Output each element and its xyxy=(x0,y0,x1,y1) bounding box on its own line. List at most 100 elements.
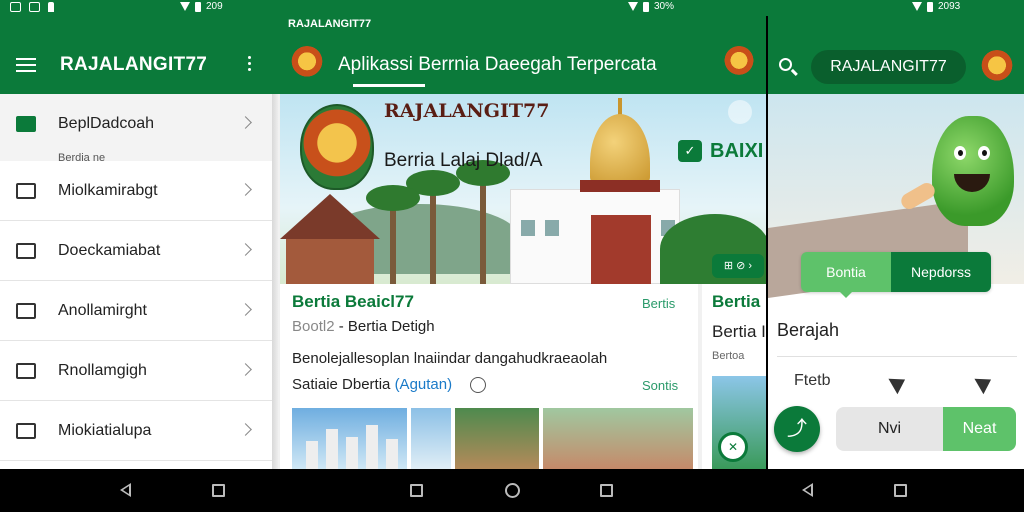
share-icon[interactable] xyxy=(470,377,486,393)
status-time-1: 209 xyxy=(206,1,223,12)
next-button[interactable]: Neat xyxy=(943,407,1016,451)
recents-icon[interactable] xyxy=(600,484,613,497)
drawer-item-4[interactable]: Rnollamgigh xyxy=(0,341,272,401)
hero-title: RAJALANGIT77 xyxy=(384,100,550,122)
drawer-item-label: Doeckamiabat xyxy=(58,242,161,259)
mascot-illustration xyxy=(932,116,1014,226)
drawer-item-0[interactable]: BeplDadcoah Berdia ne xyxy=(0,94,272,164)
segmented-control: Bontia Nepdorss xyxy=(801,252,991,292)
hero-banner[interactable]: RAJALANGIT77 Berria Lalaj Dlad/A ✓ BAIXI… xyxy=(280,94,766,284)
news-card-title: Bertia Beaicl77 xyxy=(292,292,414,311)
drawer-item-5[interactable]: Miokiatialupa xyxy=(0,401,272,461)
segment-caret xyxy=(840,292,852,298)
palm-tree xyxy=(406,170,460,284)
drawer-item-label: Rnollamgigh xyxy=(58,362,147,379)
more-options-icon[interactable] xyxy=(248,56,252,72)
drawer-item-3[interactable]: Anollamirght xyxy=(0,281,272,341)
main-screen: RAJALANGIT77 Aplikassi Berrnia Daeegah T… xyxy=(278,16,766,469)
status-left xyxy=(10,2,54,12)
chevron-right-icon xyxy=(239,303,252,316)
wifi-icon xyxy=(628,2,638,11)
logo-icon[interactable] xyxy=(980,50,1014,84)
section-heading: Berajah xyxy=(777,320,840,340)
page-title: Aplikassi Berrnia Daeegah Terpercata xyxy=(338,54,657,75)
thumbnail-image[interactable] xyxy=(455,408,539,469)
menu-icon[interactable] xyxy=(16,58,36,72)
floating-action-button[interactable]: ⤴ xyxy=(774,406,820,452)
news-card-text: Benolejallesoplan lnaiindar dangahudkrae… xyxy=(292,350,608,367)
segment-bontia[interactable]: Bontia xyxy=(801,252,891,292)
drawer-item-label: BeplDadcoah xyxy=(58,115,155,132)
close-icon[interactable] xyxy=(728,100,752,124)
calendar-icon xyxy=(16,183,36,199)
chevron-right-icon xyxy=(239,363,252,376)
wifi-icon xyxy=(912,2,922,11)
thumbnail-image[interactable] xyxy=(411,408,451,469)
back-icon[interactable] xyxy=(120,483,131,497)
emblem-icon xyxy=(290,46,324,80)
chevron-right-icon xyxy=(239,243,252,256)
tab-indicator xyxy=(353,84,425,87)
notification-icon xyxy=(10,2,21,12)
logo-icon[interactable] xyxy=(723,46,755,78)
drawer-item-1[interactable]: Miolkamirabgt xyxy=(0,161,272,221)
news-card-meta-text: - Bertia Detigh xyxy=(334,318,435,335)
segment-nepdorss[interactable]: Nepdorss xyxy=(891,252,991,292)
hero-subtitle: Berria Lalaj Dlad/A xyxy=(384,150,543,171)
chevron-right-icon xyxy=(239,183,252,196)
news-card[interactable]: Bertia Beaicl77 Bertis Bootl2 - Bertia D… xyxy=(280,284,698,469)
building-illustration xyxy=(510,189,680,284)
status-bar: 209 30% 2093 xyxy=(0,0,1024,16)
check-icon: ✓ xyxy=(678,140,702,162)
detail-app-bar: RAJALANGIT77 xyxy=(768,16,1024,94)
action-label[interactable]: Ftetb xyxy=(794,372,830,390)
recents-icon[interactable] xyxy=(410,484,423,497)
thumbnail-strip xyxy=(292,408,696,469)
status-signal-group-2: 30% xyxy=(628,1,674,12)
forward-icon[interactable] xyxy=(974,371,996,395)
camera-icon xyxy=(16,243,36,259)
slideshow-controls[interactable]: ⊞ ⊘ › xyxy=(712,254,764,278)
home-icon[interactable] xyxy=(505,483,520,498)
drawer-title: RAJALANGIT77 xyxy=(60,54,208,75)
palm-tree xyxy=(366,185,420,284)
photo-icon xyxy=(29,2,40,12)
share-icon[interactable] xyxy=(888,371,910,395)
drawer-item-2[interactable]: Doeckamiabat xyxy=(0,221,272,281)
nav-drawer: RAJALANGIT77 BeplDadcoah Berdia ne Miolk… xyxy=(0,16,278,469)
brand-pill[interactable]: RAJALANGIT77 xyxy=(811,50,966,84)
news-card-tag[interactable]: Bertis xyxy=(642,296,675,311)
news-card-meta: Bootl2 - Bertia Detigh xyxy=(292,318,435,335)
battery-icon xyxy=(643,1,649,12)
palm-tree xyxy=(456,160,510,284)
status-signal-group-3: 2093 xyxy=(912,1,960,12)
house-illustration xyxy=(280,194,380,284)
thumbnail-image[interactable] xyxy=(292,408,407,469)
chevron-right-icon xyxy=(239,116,252,129)
news-card-tag2[interactable]: Sontis xyxy=(642,378,678,393)
status-signal-group-1: 209 xyxy=(180,1,223,12)
drawer-item-label: Anollamirght xyxy=(58,302,147,319)
wifi-icon xyxy=(180,2,190,11)
divider xyxy=(777,356,1017,357)
search-icon[interactable] xyxy=(779,58,792,71)
status-time-3: 2093 xyxy=(938,1,961,12)
news-card-text2-prefix: Satiaie Dbertia xyxy=(292,376,395,393)
expand-icon[interactable]: ✕ xyxy=(718,432,748,462)
system-nav-bar xyxy=(0,469,1024,512)
prev-button[interactable]: Nvi xyxy=(836,407,943,451)
dome-illustration xyxy=(590,114,650,184)
drawer-item-label: Miokiatialupa xyxy=(58,422,152,439)
main-app-bar: RAJALANGIT77 Aplikassi Berrnia Daeegah T… xyxy=(278,16,766,94)
recents-icon[interactable] xyxy=(212,484,225,497)
news-card-link[interactable]: (Agutan) xyxy=(395,376,453,393)
recents-icon[interactable] xyxy=(894,484,907,497)
battery-icon xyxy=(927,1,933,12)
back-icon[interactable] xyxy=(802,483,813,497)
news-card-meta-prefix: Bootl2 xyxy=(292,318,335,335)
news-card-2[interactable]: Bertia Bertia I Bertoa ✕ xyxy=(702,284,766,469)
drawer-app-bar: RAJALANGIT77 xyxy=(0,16,278,94)
thumbnail-image[interactable] xyxy=(543,408,693,469)
brand-label: RAJALANGIT77 xyxy=(288,18,372,30)
chevron-right-icon xyxy=(239,423,252,436)
